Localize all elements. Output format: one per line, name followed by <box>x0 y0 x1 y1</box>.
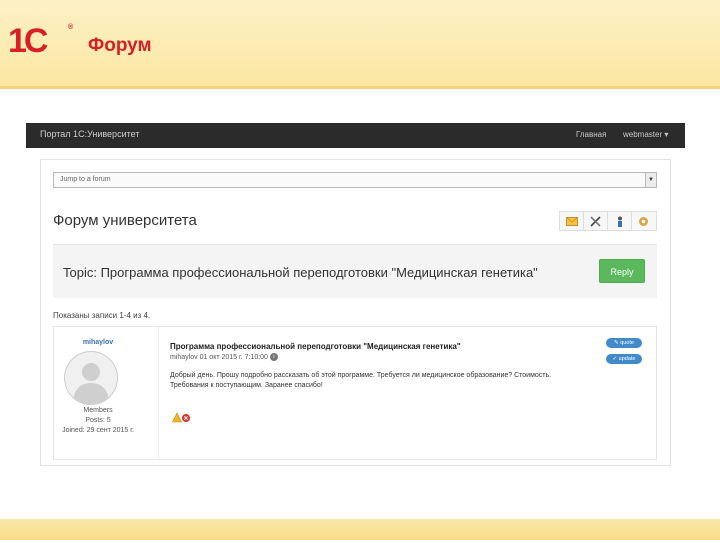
forum-toolbar <box>559 211 657 231</box>
person-icon[interactable] <box>608 212 632 230</box>
slide-title: Форум <box>88 35 152 56</box>
update-label: update <box>618 356 636 362</box>
records-count: Показаны записи 1-4 из 4. <box>53 311 151 320</box>
delete-icon[interactable] <box>182 414 190 422</box>
post-body-line: Требования к поступающим. Заранее спасиб… <box>170 382 323 389</box>
post-author-panel: mihaylov Members Posts: 5 Joined: 29 сен… <box>54 327 159 459</box>
logo-text: 1C <box>8 22 49 60</box>
tools-icon[interactable] <box>584 212 608 230</box>
warning-icon[interactable] <box>172 412 182 423</box>
post-status-icons <box>172 411 192 423</box>
reply-button[interactable]: Reply <box>599 259 645 283</box>
post-username[interactable]: mihaylov <box>54 339 142 346</box>
post-title: Программа профессиональной переподготовк… <box>170 342 461 351</box>
pencil-icon: ✎ <box>614 340 619 346</box>
post-body-line: Добрый день. Прошу подробно рассказать о… <box>170 372 552 379</box>
check-icon: ✓ <box>612 356 618 362</box>
nav-link-home[interactable]: Главная <box>576 130 606 139</box>
quote-label: quote <box>620 340 634 346</box>
jump-to-forum-select[interactable]: Jump to a forum ▼ <box>53 172 657 188</box>
avatar <box>64 351 118 405</box>
user-role: Members <box>83 407 113 414</box>
navbar-brand[interactable]: Портал 1С:Университет <box>40 129 139 139</box>
slide-header-divider <box>0 86 720 89</box>
post-author-date: mihaylov 01 окт 2015 г. 7:10:00 <box>170 353 268 361</box>
user-joined: Joined: 29 сент 2015 г. <box>62 427 134 434</box>
registered-mark: ® <box>68 24 74 31</box>
portal-navbar: Портал 1С:Университет Главная webmaster … <box>26 123 685 148</box>
nav-user-menu[interactable]: webmaster ▾ <box>623 130 668 139</box>
topic-title: Topic: Программа профессиональной перепо… <box>63 265 538 280</box>
quote-button[interactable]: ✎ quote <box>606 338 642 348</box>
post-meta: mihaylov 01 окт 2015 г. 7:10:00 i <box>170 353 278 361</box>
chevron-down-icon[interactable]: ▼ <box>645 173 656 187</box>
forum-post: mihaylov Members Posts: 5 Joined: 29 сен… <box>53 326 657 460</box>
gear-icon[interactable] <box>632 212 656 230</box>
topic-header: Topic: Программа профессиональной перепо… <box>53 244 657 298</box>
update-button[interactable]: ✓ update <box>606 354 642 364</box>
jump-select-value: Jump to a forum <box>60 176 111 183</box>
post-body: Добрый день. Прошу подробно рассказать о… <box>170 371 620 391</box>
page-title: Форум университета <box>53 212 197 229</box>
info-icon[interactable]: i <box>269 353 278 361</box>
slide-footer <box>0 519 720 540</box>
user-post-count: Posts: 5 <box>85 417 111 424</box>
1c-logo: 1C ® <box>8 24 74 58</box>
forum-page: Jump to a forum ▼ Форум университета Top… <box>40 159 671 466</box>
envelope-icon[interactable] <box>560 212 584 230</box>
